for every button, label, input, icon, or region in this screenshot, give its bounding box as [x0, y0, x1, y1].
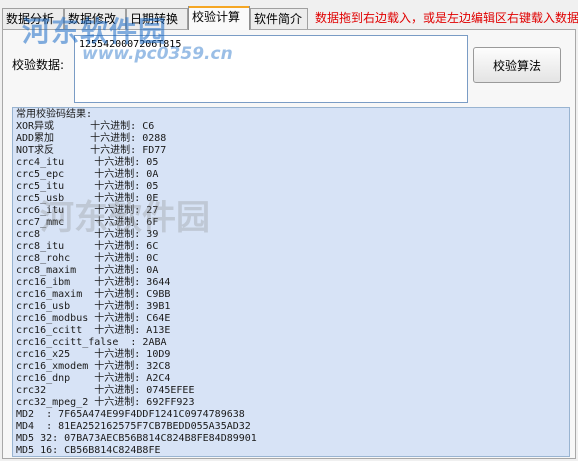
result-line: crc16_modbus 十六进制: C64E — [16, 313, 171, 324]
result-line: MD5 16: CB56B814C824B8FE — [16, 445, 161, 456]
result-line: crc16_ibm 十六进制: 3644 — [16, 277, 171, 288]
drag-hint: 数据拖到右边载入，或是左边编辑区右键载入数据 — [315, 11, 578, 25]
result-line: ADD累加 十六进制: 0288 — [16, 133, 167, 144]
result-line: crc16_ccitt_false : 2ABA — [16, 337, 167, 348]
watermark-center: 河东软件园 — [40, 198, 210, 238]
result-line: crc16_x25 十六进制: 10D9 — [16, 349, 171, 360]
result-line: XOR异或 十六进制: C6 — [16, 121, 155, 132]
watermark-url: www.pc0359.cn — [82, 44, 233, 64]
result-line: crc32_mpeg_2 十六进制: 692FF923 — [16, 397, 195, 408]
result-line: MD2 : 7F65A474E99F4DDF1241C0974789638 — [16, 409, 245, 420]
result-heading: 常用校验码结果: — [16, 109, 93, 120]
result-line: crc16_ccitt 十六进制: A13E — [16, 325, 171, 336]
result-line: crc8_maxim 十六进制: 0A — [16, 265, 159, 276]
result-line: crc4_itu 十六进制: 05 — [16, 157, 159, 168]
result-line: crc16_maxim 十六进制: C9BB — [16, 289, 171, 300]
tab-software-intro[interactable]: 软件简介 — [250, 8, 308, 29]
result-line: MD5 32: 07BA73AECB56B814C824B8FE84D89901 — [16, 433, 257, 444]
result-line: crc16_usb 十六进制: 39B1 — [16, 301, 171, 312]
result-line: crc16_xmodem 十六进制: 32C8 — [16, 361, 171, 372]
result-line: crc16_dnp 十六进制: A2C4 — [16, 373, 171, 384]
checksum-algorithm-button[interactable]: 校验算法 — [473, 47, 561, 83]
result-line: MD4 : 81EA252162575F7CB7BEDD055A35AD32 — [16, 421, 251, 432]
tab-checksum-calc[interactable]: 校验计算 — [188, 6, 250, 30]
result-line: NOT求反 十六进制: FD77 — [16, 145, 167, 156]
result-line: crc8_itu 十六进制: 6C — [16, 241, 159, 252]
result-line: crc5_epc 十六进制: 0A — [16, 169, 159, 180]
result-line: crc32 十六进制: 0745EFEE — [16, 385, 195, 396]
result-text: 常用校验码结果: XOR异或 十六进制: C6 ADD累加 十六进制: 0288… — [13, 108, 569, 456]
result-line: crc8_rohc 十六进制: 0C — [16, 253, 159, 264]
result-output[interactable]: 常用校验码结果: XOR异或 十六进制: C6 ADD累加 十六进制: 0288… — [12, 107, 570, 457]
input-label: 校验数据: — [12, 58, 65, 72]
